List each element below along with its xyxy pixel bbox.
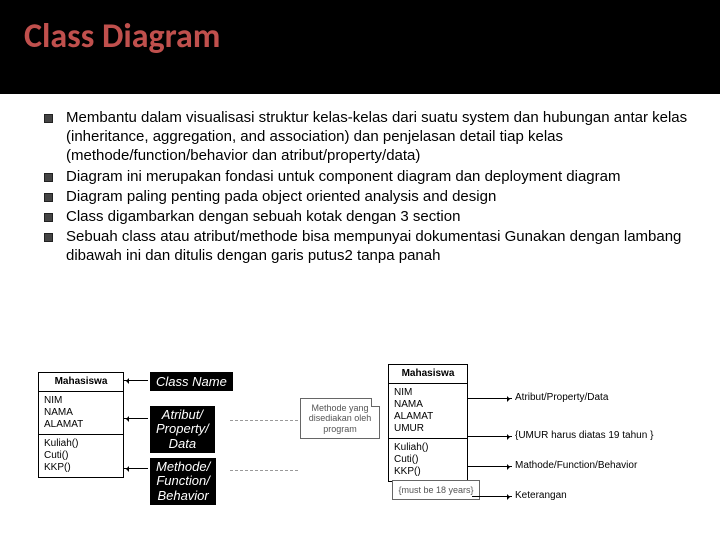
uml-class-methods: Kuliah() Cuti() KKP() [39,434,123,477]
arrow-icon [468,436,512,437]
bullet-item: Class digambarkan dengan sebuah kotak de… [24,207,696,226]
uml-class-left: Mahasiswa NIM NAMA ALAMAT Kuliah() Cuti(… [38,372,124,478]
bullet-item: Sebuah class atau atribut/methode bisa m… [24,227,696,265]
label-right-attr: Atribut/Property/Data [515,392,608,403]
uml-class-right: Mahasiswa NIM NAMA ALAMAT UMUR Kuliah() … [388,364,468,482]
label-attribute-property-data: Atribut/ Property/ Data [150,406,215,453]
slide-title: Class Diagram [24,16,696,57]
uml-note-left: Methode yang disediakan oleh program [300,398,380,439]
arrow-icon [468,398,512,399]
bullet-list: Membantu dalam visualisasi struktur kela… [24,108,696,266]
uml-class-name: Mahasiswa [39,373,123,391]
dashed-connector [230,420,298,421]
label-classname: Class Name [150,372,233,391]
dashed-connector [230,470,298,471]
uml-class-attrs: NIM NAMA ALAMAT [39,391,123,434]
slide-content: Membantu dalam visualisasi struktur kela… [0,94,720,266]
arrow-icon [124,380,148,381]
arrow-icon [124,468,148,469]
uml-class-attrs: NIM NAMA ALAMAT UMUR [389,383,467,438]
arrow-icon [472,496,512,497]
bullet-item: Membantu dalam visualisasi struktur kela… [24,108,696,166]
slide-header: Class Diagram [0,0,720,94]
uml-class-methods: Kuliah() Cuti() KKP() [389,438,467,481]
arrow-icon [124,418,148,419]
label-right-constraint: {UMUR harus diatas 19 tahun } [515,430,653,441]
label-right-keterangan: Keterangan [515,490,567,501]
uml-note-right: {must be 18 years} [392,480,480,500]
label-method-function-behavior: Methode/ Function/ Behavior [150,458,216,505]
bullet-item: Diagram paling penting pada object orien… [24,187,696,206]
bullet-item: Diagram ini merupakan fondasi untuk comp… [24,167,696,186]
label-right-method: Mathode/Function/Behavior [515,460,637,471]
uml-class-name: Mahasiswa [389,365,467,383]
arrow-icon [468,466,512,467]
diagram-area: Mahasiswa NIM NAMA ALAMAT Kuliah() Cuti(… [0,350,720,540]
